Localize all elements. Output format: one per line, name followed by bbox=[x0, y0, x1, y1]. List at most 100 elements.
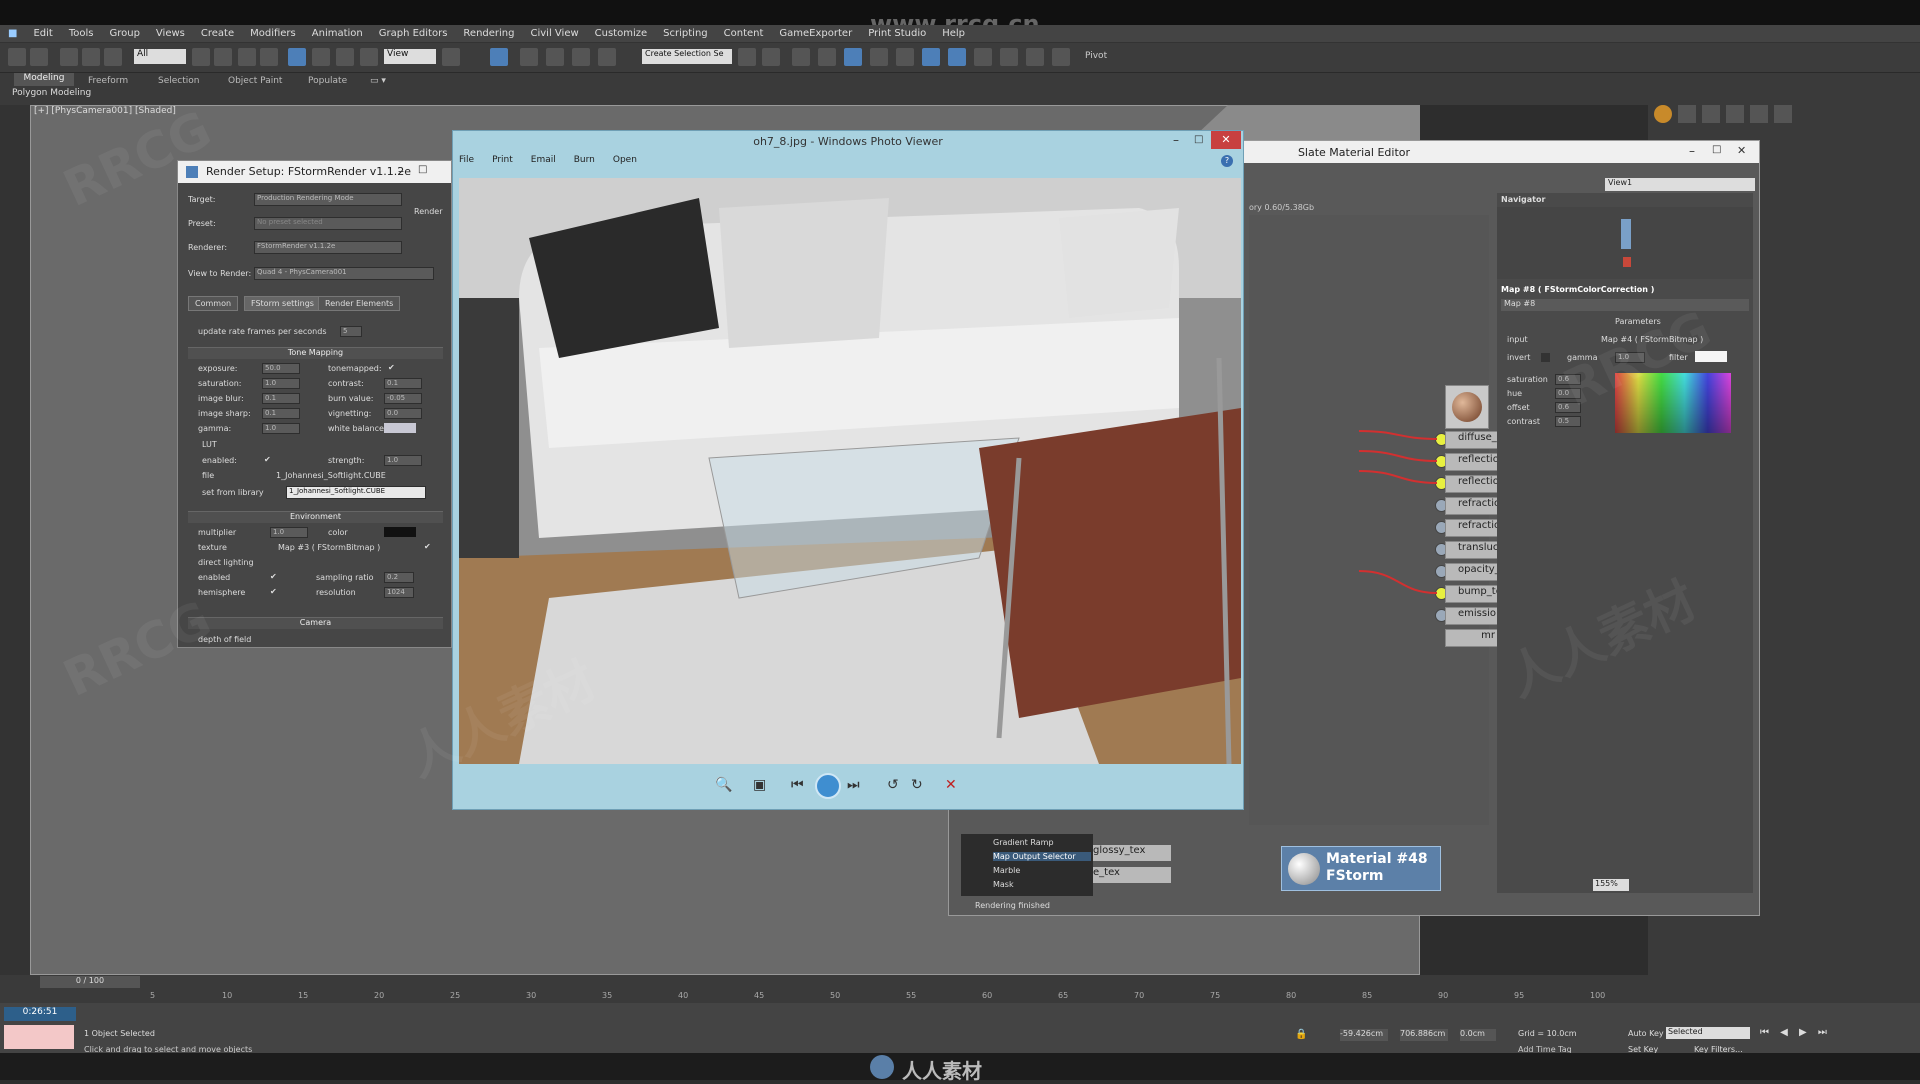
tonemapped-checkbox[interactable]: ✔ bbox=[388, 363, 395, 372]
parameters-header[interactable]: Parameters bbox=[1615, 317, 1661, 326]
menu-open[interactable]: Open bbox=[613, 155, 637, 173]
select-object-icon[interactable] bbox=[192, 48, 210, 66]
library-dropdown[interactable]: 1_Johannesi_Softlight.CUBE bbox=[286, 486, 426, 499]
rendered-frame-icon[interactable] bbox=[948, 48, 966, 66]
schematic-view-icon[interactable] bbox=[870, 48, 888, 66]
display-tab-icon[interactable] bbox=[1750, 105, 1768, 123]
pivot-label[interactable]: Pivot bbox=[1085, 51, 1107, 61]
browser-item[interactable]: Mask bbox=[993, 880, 1014, 889]
percent-snap-icon[interactable] bbox=[572, 48, 590, 66]
window-crossing-icon[interactable] bbox=[260, 48, 278, 66]
zoom-icon[interactable]: 🔍 bbox=[715, 777, 732, 793]
unlink-icon[interactable] bbox=[82, 48, 100, 66]
viewport-label[interactable]: [+] [PhysCamera001] [Shaded] bbox=[34, 106, 176, 116]
actual-size-icon[interactable]: ▣ bbox=[753, 777, 766, 793]
selection-filter-dropdown[interactable]: All bbox=[134, 49, 186, 64]
slot-refraction-2[interactable]: refractio bbox=[1445, 519, 1500, 537]
modify-tab-icon[interactable] bbox=[1678, 105, 1696, 123]
place-icon[interactable] bbox=[360, 48, 378, 66]
hemisphere-checkbox[interactable]: ✔ bbox=[270, 587, 277, 596]
menu-group[interactable]: Group bbox=[101, 28, 147, 39]
render-a360-icon[interactable] bbox=[1052, 48, 1070, 66]
exposure-field[interactable]: 50.0 bbox=[262, 363, 300, 374]
navigator-header[interactable]: Navigator bbox=[1501, 195, 1545, 204]
texture-checkbox[interactable]: ✔ bbox=[424, 542, 431, 551]
slot-translucency[interactable]: transluc bbox=[1445, 541, 1500, 559]
menu-content[interactable]: Content bbox=[716, 28, 772, 39]
hue-field[interactable]: 0.0 bbox=[1555, 388, 1581, 399]
menu-civil-view[interactable]: Civil View bbox=[523, 28, 587, 39]
menu-help[interactable]: Help bbox=[934, 28, 973, 39]
env-color-swatch[interactable] bbox=[384, 527, 416, 537]
pivot-center-icon[interactable] bbox=[442, 48, 460, 66]
render-iterative-icon[interactable] bbox=[1000, 48, 1018, 66]
input-map-button[interactable]: Map #4 ( FStormBitmap ) bbox=[1601, 335, 1703, 344]
slot-emission[interactable]: emissio bbox=[1445, 607, 1500, 625]
mirror-icon[interactable] bbox=[738, 48, 756, 66]
select-manipulate-icon[interactable] bbox=[490, 48, 508, 66]
map-header[interactable]: Map #8 ( FStormColorCorrection ) bbox=[1501, 285, 1654, 294]
scene-explorer-icon[interactable] bbox=[818, 48, 836, 66]
utilities-tab-icon[interactable] bbox=[1774, 105, 1792, 123]
contrast-field[interactable]: 0.5 bbox=[1555, 416, 1581, 427]
menu-create[interactable]: Create bbox=[193, 28, 242, 39]
previous-icon[interactable]: ⏮ bbox=[791, 777, 804, 793]
menu-email[interactable]: Email bbox=[531, 155, 556, 173]
resolution-field[interactable]: 1024 bbox=[384, 587, 414, 598]
maximize-button[interactable]: □ bbox=[1712, 144, 1721, 155]
view-dropdown[interactable]: View1 bbox=[1605, 178, 1755, 191]
browser-item[interactable]: Gradient Ramp bbox=[993, 838, 1054, 847]
angle-snap-icon[interactable] bbox=[546, 48, 564, 66]
menu-gameexporter[interactable]: GameExporter bbox=[771, 28, 860, 39]
maxscript-listener[interactable] bbox=[4, 1025, 74, 1049]
tab-common[interactable]: Common bbox=[188, 296, 239, 311]
minimize-button[interactable]: – bbox=[1689, 144, 1695, 158]
sampling-ratio-field[interactable]: 0.2 bbox=[384, 572, 414, 583]
ribbon-tab-object-paint[interactable]: Object Paint bbox=[228, 76, 282, 86]
node-text[interactable]: e_tex bbox=[1093, 867, 1171, 883]
render-production-icon[interactable] bbox=[974, 48, 992, 66]
browser-item[interactable]: Marble bbox=[993, 866, 1020, 875]
ribbon-tab-freeform[interactable]: Freeform bbox=[88, 76, 128, 86]
z-coordinate[interactable]: 0.0cm bbox=[1460, 1029, 1496, 1041]
gamma-field[interactable]: 1.0 bbox=[1615, 352, 1645, 363]
maximize-button[interactable]: □ bbox=[1194, 134, 1203, 145]
select-move-icon[interactable] bbox=[288, 48, 306, 66]
create-tab-icon[interactable] bbox=[1654, 105, 1672, 123]
preset-dropdown[interactable]: No preset selected bbox=[254, 217, 402, 230]
menu-scripting[interactable]: Scripting bbox=[655, 28, 715, 39]
menu-burn[interactable]: Burn bbox=[574, 155, 595, 173]
slot-opacity[interactable]: opacity_ bbox=[1445, 563, 1500, 581]
offset-field[interactable]: 0.6 bbox=[1555, 402, 1581, 413]
render-activeshade-icon[interactable] bbox=[1026, 48, 1044, 66]
next-icon[interactable]: ⏭ bbox=[847, 777, 860, 793]
image-blur-field[interactable]: 0.1 bbox=[262, 393, 300, 404]
auto-key-label[interactable]: Auto Key bbox=[1628, 1029, 1664, 1038]
vignetting-field[interactable]: 0.0 bbox=[384, 408, 422, 419]
help-icon[interactable]: ? bbox=[1221, 155, 1233, 167]
menu-rendering[interactable]: Rendering bbox=[455, 28, 522, 39]
menu-modifiers[interactable]: Modifiers bbox=[242, 28, 304, 39]
y-coordinate[interactable]: 706.886cm bbox=[1400, 1029, 1448, 1041]
update-rate-field[interactable]: 5 bbox=[340, 326, 362, 337]
photo-image[interactable] bbox=[459, 178, 1241, 764]
redo-icon[interactable] bbox=[30, 48, 48, 66]
browser-item[interactable]: Map Output Selector bbox=[993, 852, 1091, 861]
x-coordinate[interactable]: -59.426cm bbox=[1340, 1029, 1388, 1041]
ribbon-tab-modeling[interactable]: Modeling bbox=[14, 73, 74, 86]
tab-render-elements[interactable]: Render Elements bbox=[318, 296, 401, 311]
material-node-thumb[interactable] bbox=[1445, 385, 1489, 429]
lock-icon[interactable]: 🔒 bbox=[1295, 1029, 1307, 1040]
slot-diffuse[interactable]: diffuse_ bbox=[1445, 431, 1500, 449]
filter-swatch[interactable] bbox=[1695, 351, 1727, 362]
gamma-field[interactable]: 1.0 bbox=[262, 423, 300, 434]
spinner-snap-icon[interactable] bbox=[598, 48, 616, 66]
material-node[interactable]: Material #48 FStorm bbox=[1281, 846, 1441, 891]
ref-coord-dropdown[interactable]: View bbox=[384, 49, 436, 64]
slot-mr[interactable]: mr bbox=[1445, 629, 1500, 647]
view-to-render-dropdown[interactable]: Quad 4 - PhysCamera001 bbox=[254, 267, 434, 280]
slot-bump[interactable]: bump_te bbox=[1445, 585, 1500, 603]
navigator-view[interactable] bbox=[1497, 207, 1753, 279]
app-icon[interactable]: ■ bbox=[0, 28, 25, 39]
invert-checkbox[interactable] bbox=[1541, 353, 1550, 362]
